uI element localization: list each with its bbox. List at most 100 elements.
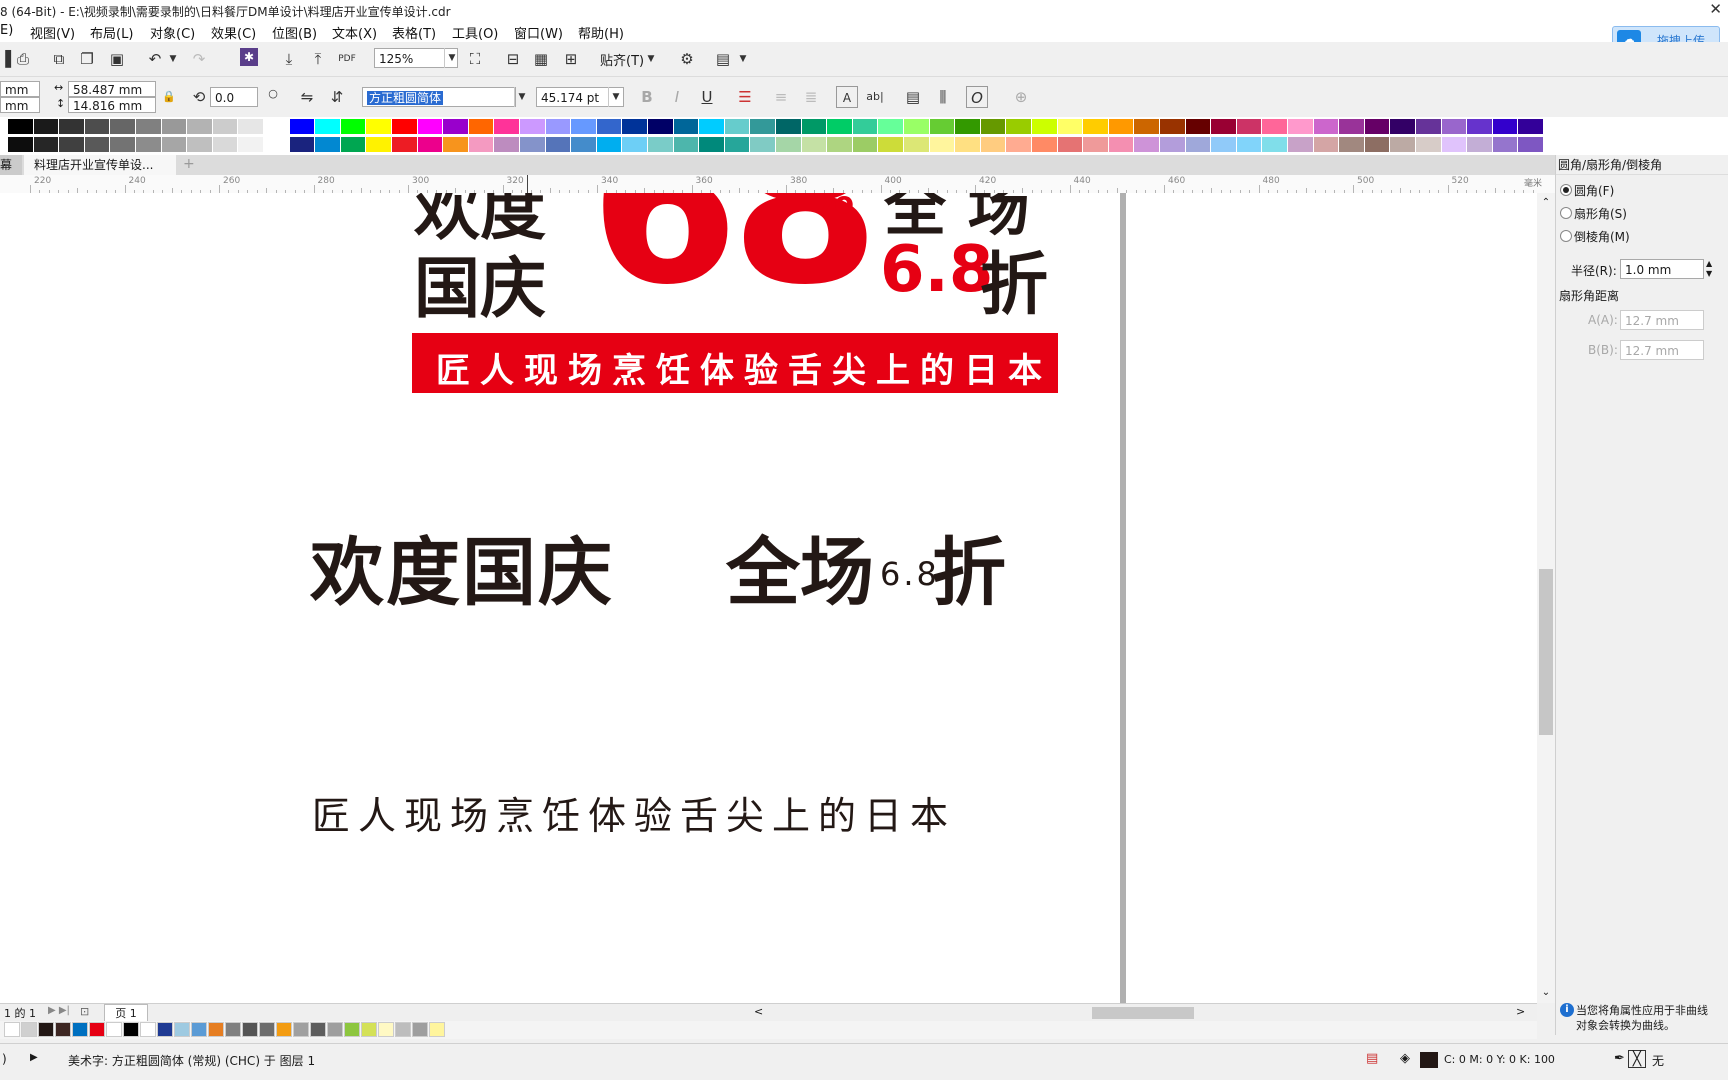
document-color-swatch[interactable] <box>293 1022 309 1037</box>
color-swatch[interactable] <box>980 119 1006 134</box>
color-swatch[interactable] <box>340 137 366 152</box>
color-profile-icon[interactable]: ▤ <box>1366 1051 1378 1066</box>
color-swatch[interactable] <box>571 137 596 152</box>
distance-a-input[interactable]: 12.7 mm <box>1620 310 1704 330</box>
color-swatch[interactable] <box>33 119 59 134</box>
font-list-dropdown-icon[interactable]: ▼ <box>514 87 529 107</box>
vertical-text-icon[interactable]: ⫼ <box>932 86 954 108</box>
color-swatch[interactable] <box>596 119 622 134</box>
color-swatch[interactable] <box>1518 137 1543 152</box>
horizontal-text-icon[interactable]: ▤ <box>902 86 924 108</box>
page-tab-1[interactable]: 页 1 <box>104 1004 148 1022</box>
color-swatch[interactable] <box>84 119 110 134</box>
color-swatch[interactable] <box>468 137 494 152</box>
poster-text-zhe[interactable]: 折 <box>980 229 1048 328</box>
color-swatch[interactable] <box>264 119 289 134</box>
document-color-swatch[interactable] <box>310 1022 326 1037</box>
color-swatch[interactable] <box>443 119 468 134</box>
color-swatch[interactable] <box>929 119 955 134</box>
color-swatch[interactable] <box>1441 137 1467 152</box>
new-tab-icon[interactable]: + <box>183 156 195 172</box>
menu-edit[interactable]: E) <box>0 23 13 38</box>
horizontal-scroll-thumb[interactable] <box>1092 1007 1194 1019</box>
drawing-canvas[interactable]: 欢度 国庆 68 % 全 场 6.8 折 匠人现场烹饪体验舌尖上的日本 欢度国庆… <box>0 193 1537 1003</box>
subline-text[interactable]: 匠人现场烹饪体验舌尖上的日本 <box>312 785 956 840</box>
poster-percent-sign[interactable]: % <box>810 193 854 224</box>
radio-round-label[interactable]: 圆角(F) <box>1574 182 1614 199</box>
paste-icon[interactable]: ▣ <box>106 48 128 70</box>
color-swatch[interactable] <box>289 137 315 152</box>
color-swatch[interactable] <box>1288 119 1313 134</box>
color-swatch[interactable] <box>161 137 187 152</box>
bullet-list-icon[interactable]: ≡ <box>770 86 792 108</box>
color-swatch[interactable] <box>1108 137 1134 152</box>
color-swatch[interactable] <box>776 119 801 134</box>
add-page-icon[interactable]: ⊡ <box>80 1005 89 1018</box>
color-swatch[interactable] <box>622 119 647 134</box>
welcome-tab[interactable]: 幕 <box>0 155 22 175</box>
color-swatch[interactable] <box>1236 137 1262 152</box>
radio-round-corner[interactable] <box>1560 184 1572 196</box>
color-swatch[interactable] <box>776 137 801 152</box>
horizontal-ruler[interactable]: 毫米 220 240 260 280 300 320 340 360 380 400 420 440 4… <box>0 175 1555 194</box>
document-color-swatch[interactable] <box>89 1022 105 1037</box>
color-swatch[interactable] <box>622 137 647 152</box>
color-swatch[interactable] <box>1288 137 1313 152</box>
color-swatch[interactable] <box>1416 137 1441 152</box>
text-properties-button[interactable]: A <box>836 86 858 108</box>
color-swatch[interactable] <box>724 119 750 134</box>
import-icon[interactable]: ⤓ <box>278 48 300 70</box>
color-swatch[interactable] <box>904 137 929 152</box>
redo-icon[interactable]: ↷ <box>188 48 210 70</box>
mirror-horizontal-icon[interactable]: ⇋ <box>296 86 318 108</box>
vertical-scrollbar[interactable]: ⌃ ⌄ <box>1537 193 1555 1003</box>
color-swatch[interactable] <box>1262 137 1287 152</box>
color-swatch[interactable] <box>59 137 84 152</box>
radio-chamfer-label[interactable]: 倒棱角(M) <box>1574 228 1630 245</box>
mirror-vertical-icon[interactable]: ⇵ <box>326 86 348 108</box>
print-icon[interactable]: ⎙ <box>12 48 34 70</box>
color-swatch[interactable] <box>289 119 315 134</box>
distance-b-input[interactable]: 12.7 mm <box>1620 340 1704 360</box>
color-swatch[interactable] <box>1467 119 1492 134</box>
color-swatch[interactable] <box>852 119 878 134</box>
color-swatch[interactable] <box>1339 119 1364 134</box>
color-swatch[interactable] <box>699 119 724 134</box>
color-swatch[interactable] <box>59 119 84 134</box>
menu-help[interactable]: 帮助(H) <box>578 23 624 42</box>
headline-quanchang[interactable]: 全场 <box>726 513 874 620</box>
color-swatch[interactable] <box>1441 119 1467 134</box>
document-color-swatch[interactable] <box>225 1022 241 1037</box>
color-swatch[interactable] <box>417 119 443 134</box>
color-swatch[interactable] <box>136 119 161 134</box>
document-color-swatch[interactable] <box>208 1022 224 1037</box>
headline-discount-number[interactable]: 6.8 <box>880 555 940 593</box>
color-swatch[interactable] <box>801 119 827 134</box>
color-swatch[interactable] <box>136 137 161 152</box>
document-color-swatch[interactable] <box>259 1022 275 1037</box>
publish-pdf-icon[interactable]: PDF <box>336 48 358 70</box>
drop-cap-icon[interactable]: ≣ <box>800 86 822 108</box>
guidelines-icon[interactable]: ⊞ <box>560 48 582 70</box>
color-swatch[interactable] <box>264 137 289 152</box>
document-color-swatch[interactable] <box>361 1022 377 1037</box>
color-swatch[interactable] <box>366 119 391 134</box>
color-swatch[interactable] <box>801 137 827 152</box>
color-swatch[interactable] <box>1262 119 1287 134</box>
close-icon[interactable]: ✕ <box>1709 0 1722 18</box>
color-swatch[interactable] <box>545 119 571 134</box>
color-swatch[interactable] <box>187 137 212 152</box>
scroll-down-icon[interactable]: ⌄ <box>1537 987 1555 998</box>
color-swatch[interactable] <box>161 119 187 134</box>
color-swatch[interactable] <box>852 137 878 152</box>
color-swatch[interactable] <box>955 137 980 152</box>
document-color-swatch[interactable] <box>429 1022 445 1037</box>
color-swatch[interactable] <box>315 119 340 134</box>
color-swatch[interactable] <box>1160 119 1185 134</box>
document-color-swatch[interactable] <box>21 1022 37 1037</box>
fill-bucket-icon[interactable]: ◈ <box>1400 1051 1410 1066</box>
color-swatch[interactable] <box>1057 119 1083 134</box>
color-swatch[interactable] <box>1134 119 1159 134</box>
color-swatch[interactable] <box>545 137 571 152</box>
color-swatch[interactable] <box>596 137 622 152</box>
